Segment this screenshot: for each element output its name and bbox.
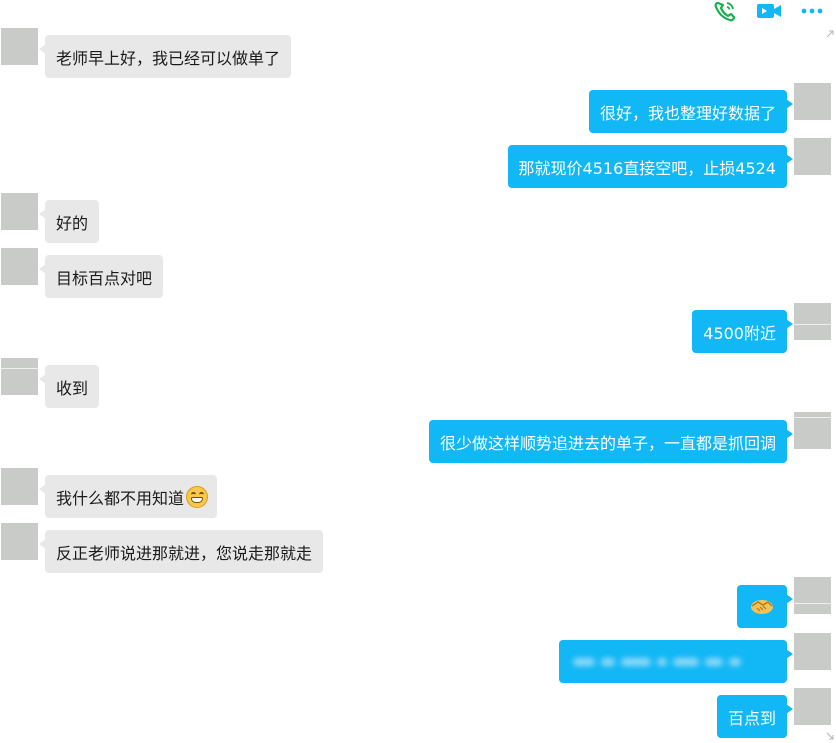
grinning-face-icon <box>186 485 209 508</box>
contact-avatar[interactable] <box>1 248 38 285</box>
outgoing-message-bubble: 很少做这样顺势追进去的单子，一直都是抓回调 <box>428 420 794 463</box>
incoming-message-bubble: 目标百点对吧 <box>38 255 164 298</box>
incoming-message-bubble: 我什么都不用知道 <box>38 475 218 518</box>
expand-corner-icon[interactable] <box>826 30 834 38</box>
self-avatar[interactable] <box>794 303 831 340</box>
phone-call-button[interactable] <box>712 0 738 22</box>
outgoing-message-bubble: 那就现价4516直接空吧，止损4524 <box>507 145 794 188</box>
phone-call-icon <box>714 1 736 22</box>
incoming-message-bubble: 收到 <box>38 365 100 408</box>
outgoing-message-bubble <box>737 585 793 628</box>
more-icon <box>801 8 823 14</box>
contact-avatar[interactable] <box>1 28 38 65</box>
self-avatar[interactable] <box>794 412 831 449</box>
message-text: 我什么都不用知道 <box>56 488 185 508</box>
contact-avatar[interactable] <box>1 358 38 395</box>
outgoing-message-bubble: 百点到 <box>716 695 794 738</box>
message-text: 那就现价4516直接空吧，止损4524 <box>518 158 776 178</box>
message-text: 很少做这样顺势追进去的单子，一直都是抓回调 <box>439 433 776 453</box>
more-button[interactable] <box>798 0 826 22</box>
contact-avatar[interactable] <box>1 468 38 505</box>
message-text: 收到 <box>56 378 89 398</box>
message-text: 目标百点对吧 <box>56 268 153 288</box>
self-avatar[interactable] <box>794 83 831 120</box>
contact-avatar[interactable] <box>1 193 38 230</box>
self-avatar[interactable] <box>794 577 831 614</box>
message-text: 反正老师说进那就进，您说走那就走 <box>56 543 313 563</box>
video-call-icon <box>757 4 781 18</box>
message-text: 百点到 <box>727 708 776 728</box>
collapse-corner-icon[interactable] <box>826 732 834 740</box>
self-avatar[interactable] <box>794 633 831 670</box>
incoming-message-bubble: 好的 <box>38 200 100 243</box>
message-text: 好的 <box>56 213 89 233</box>
incoming-message-bubble: 老师早上好，我已经可以做单了 <box>38 35 292 78</box>
message-text: 老师早上好，我已经可以做单了 <box>56 48 281 68</box>
incoming-message-bubble: 反正老师说进那就进，您说走那就走 <box>38 530 324 573</box>
outgoing-message-bubble: 4500附近 <box>692 310 793 353</box>
outgoing-message-bubble <box>559 640 793 683</box>
contact-avatar[interactable] <box>1 523 38 560</box>
outgoing-message-bubble: 很好，我也整理好数据了 <box>588 90 794 133</box>
self-avatar[interactable] <box>794 688 831 725</box>
message-text: 4500附近 <box>703 323 776 343</box>
self-avatar[interactable] <box>794 138 831 175</box>
handshake-icon <box>751 599 773 614</box>
message-text: 很好，我也整理好数据了 <box>599 103 776 123</box>
redacted-message-content <box>573 654 763 670</box>
video-call-button[interactable] <box>754 0 784 22</box>
